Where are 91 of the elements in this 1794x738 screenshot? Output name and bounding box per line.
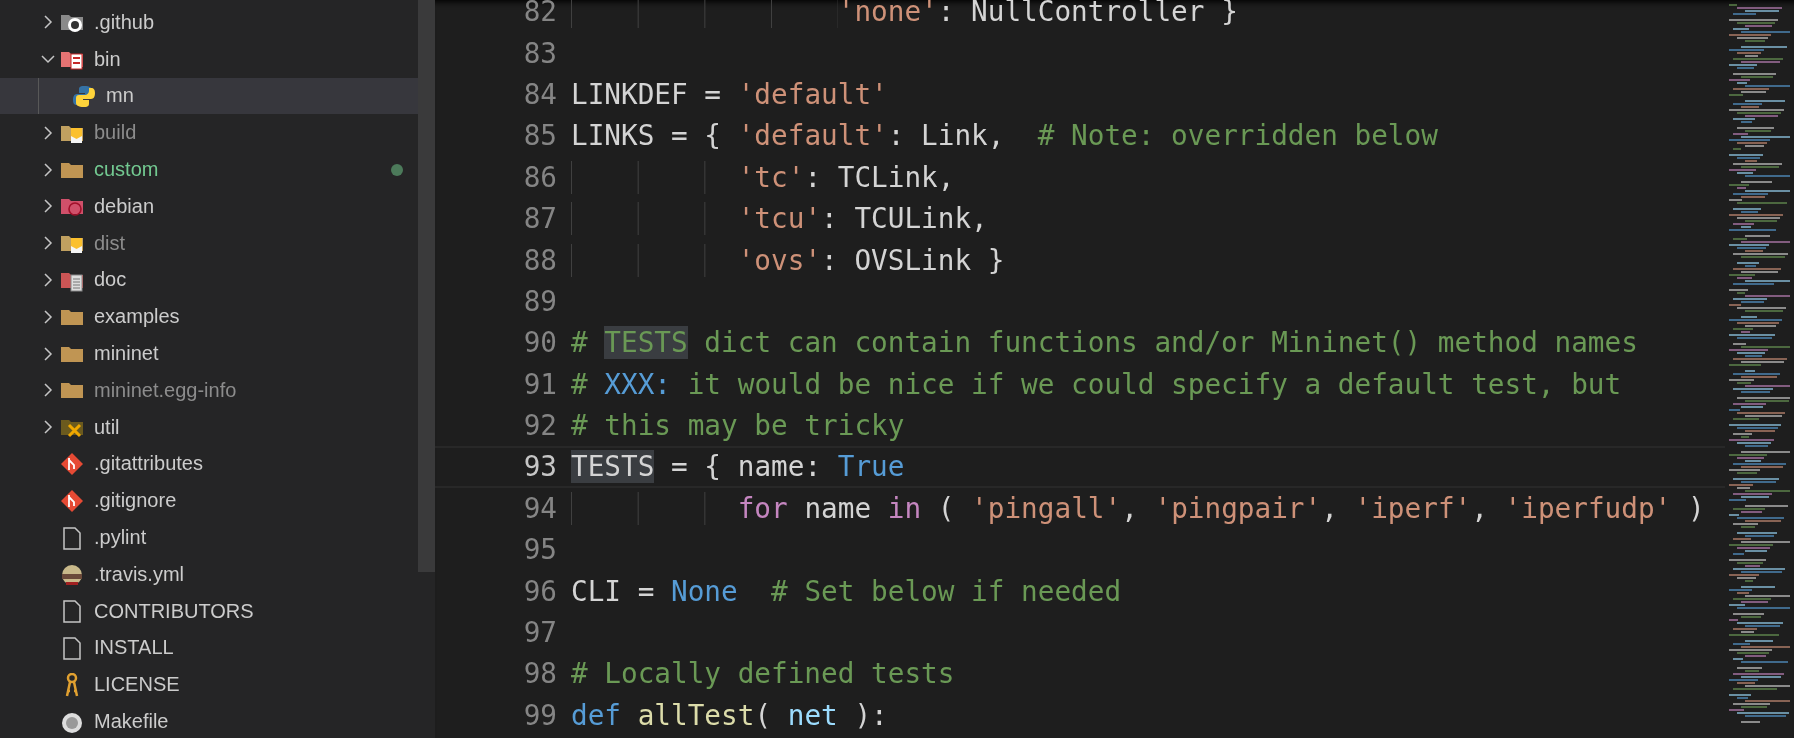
chevron-right-icon[interactable] — [41, 15, 55, 30]
file-name: debian — [94, 194, 156, 218]
file-name: INSTALL — [94, 636, 175, 660]
chevron-right-icon[interactable] — [41, 383, 55, 398]
chevron-right-icon[interactable] — [41, 272, 55, 287]
code-line: 'tc': TCLink, — [571, 160, 955, 194]
file-name: Makefile — [94, 710, 170, 734]
file-name: doc — [94, 268, 128, 292]
file-name: .gitignore — [94, 489, 178, 513]
document-icon — [60, 635, 84, 660]
tree-item[interactable]: bin — [0, 40, 418, 78]
tree-item[interactable]: .gitattributes — [0, 445, 418, 483]
tree-item[interactable]: dist — [0, 224, 418, 262]
file-name: .github — [94, 10, 156, 34]
snake-icon — [72, 84, 96, 108]
file-name: examples — [94, 305, 181, 329]
code-line: # XXX: it would be nice if we could specify a default test, but — [571, 367, 1622, 401]
chevron-right-icon[interactable] — [41, 162, 55, 177]
file-name: build — [94, 121, 138, 145]
chevron-right-icon[interactable] — [41, 309, 55, 324]
helmet-icon — [60, 562, 84, 587]
chevron-right-icon[interactable] — [41, 420, 55, 435]
code-line: 'ovs': OVSLink } — [571, 243, 1005, 277]
diamond-icon — [60, 488, 84, 513]
line-number: 94 — [522, 491, 557, 525]
code-line: # Locally defined tests — [571, 657, 955, 691]
line-number: 90 — [522, 326, 557, 360]
code-line: CLI = None # Set below if needed — [571, 574, 1122, 608]
line-number: 84 — [522, 77, 557, 111]
tree-item[interactable]: .pylint — [0, 519, 418, 556]
line-number: 96 — [522, 574, 557, 608]
line-number: 95 — [522, 533, 557, 567]
code-line: LINKS = { 'default': Link, # Note: overridden below — [571, 119, 1438, 153]
line-number: 91 — [522, 367, 557, 401]
tree-item[interactable]: .github — [0, 4, 418, 41]
file-name: mn — [106, 84, 135, 108]
line-number: 97 — [522, 616, 557, 650]
tree-item[interactable]: CONTRIBUTORS — [0, 592, 418, 630]
line-number: 99 — [522, 698, 557, 732]
tree-item[interactable]: custom — [0, 151, 418, 188]
line-number: 86 — [522, 160, 557, 194]
diamond-icon — [60, 451, 84, 476]
document-icon — [60, 525, 84, 550]
file-name: CONTRIBUTORS — [94, 599, 255, 623]
code-line: # TESTS dict can contain functions and/or Mininet() method names — [571, 326, 1638, 360]
scrollbar-thumb[interactable] — [418, 0, 435, 572]
code-line: 'tcu': TCULink, — [571, 202, 988, 236]
file-name: .gitattributes — [94, 452, 204, 476]
code-line: def allTest( net ): — [571, 698, 888, 732]
line-number: 92 — [522, 409, 557, 443]
tree-item[interactable]: mn — [0, 77, 418, 115]
tree-item[interactable]: examples — [0, 298, 418, 336]
file-name: .pylint — [94, 526, 148, 550]
code-line: LINKDEF = 'default' — [571, 77, 888, 111]
tree-item[interactable]: .travis.yml — [0, 555, 418, 593]
tree-item[interactable]: mininet — [0, 335, 418, 372]
file-name: bin — [94, 47, 122, 71]
file-name: mininet.egg-info — [94, 378, 238, 402]
line-number: 87 — [522, 202, 557, 236]
status-dot — [391, 163, 403, 176]
code-line: 'none': NullController } — [571, 0, 1238, 29]
line-number: 89 — [522, 284, 557, 318]
chevron-right-icon[interactable] — [41, 199, 55, 214]
line-number: 82 — [522, 0, 557, 29]
tree-item[interactable]: doc — [0, 261, 418, 299]
code-line: # this may be tricky — [571, 409, 905, 443]
line-number: 88 — [522, 243, 557, 277]
file-name: LICENSE — [94, 673, 181, 697]
file-name: custom — [94, 158, 160, 182]
tree-item[interactable]: build — [0, 114, 418, 152]
tree-item[interactable]: debian — [0, 188, 418, 225]
code-line: for name in ( 'pingall', 'pingpair', 'iperf', 'iperfudp' ) — [571, 491, 1705, 525]
chevron-right-icon[interactable] — [41, 236, 55, 251]
file-name: dist — [94, 231, 127, 255]
file-name: util — [94, 415, 121, 439]
line-number: 98 — [522, 657, 557, 691]
tree-item[interactable]: mininet.egg-info — [0, 371, 418, 409]
file-name: mininet — [94, 342, 160, 366]
code-line: TESTS = { name: True — [571, 450, 905, 484]
line-number: 83 — [522, 36, 557, 70]
tree-item[interactable]: Makefile — [0, 703, 418, 738]
document-icon — [60, 599, 84, 624]
tree-item[interactable]: .gitignore — [0, 482, 418, 520]
tree-item[interactable]: INSTALL — [0, 629, 418, 667]
chevron-right-icon[interactable] — [41, 125, 55, 140]
line-number: 85 — [522, 119, 557, 153]
chevron-right-icon[interactable] — [41, 346, 55, 361]
line-number: 93 — [522, 450, 557, 484]
tree-item[interactable]: LICENSE — [0, 666, 418, 704]
file-name: .travis.yml — [94, 562, 185, 586]
tree-item[interactable]: util — [0, 408, 418, 446]
